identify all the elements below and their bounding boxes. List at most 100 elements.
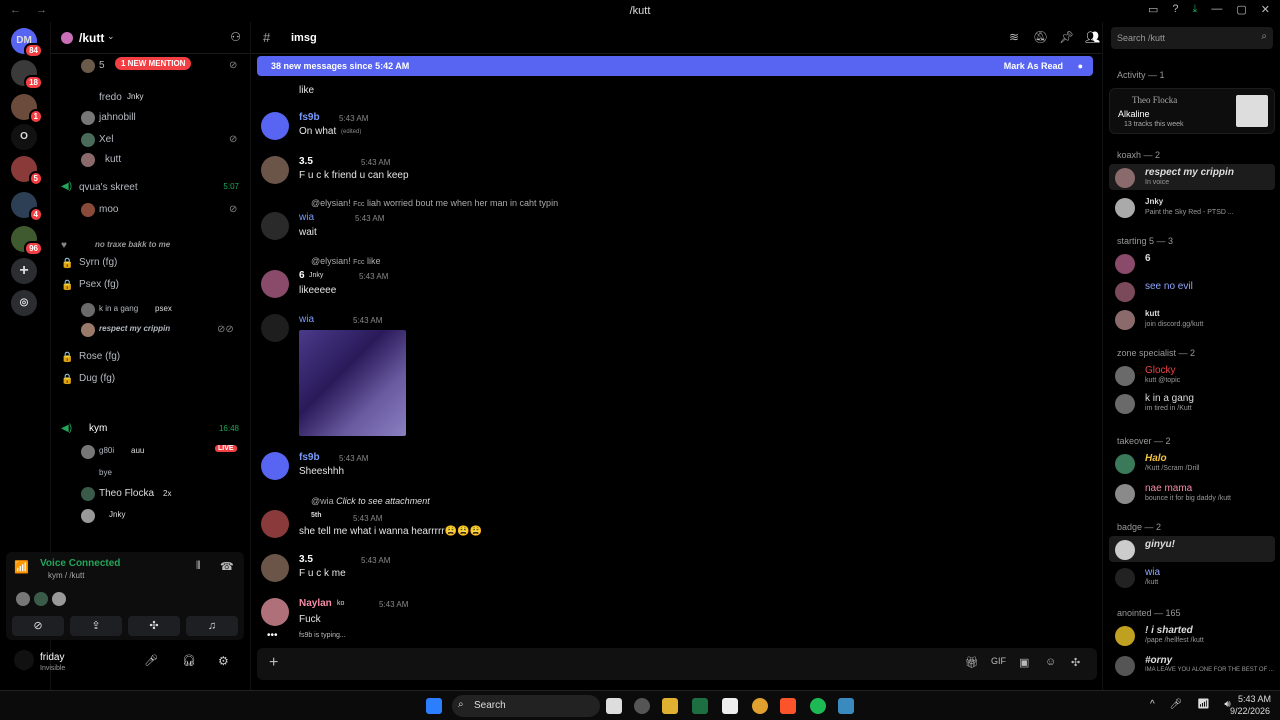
gift-icon[interactable]: 🎁︎ [965, 656, 979, 669]
noise-suppression-icon[interactable]: ⫴ [196, 560, 201, 573]
avatar[interactable] [261, 314, 289, 342]
minimize-button[interactable]: — [1211, 3, 1222, 16]
member-item[interactable]: Glocky kutt @topic [1109, 362, 1275, 388]
search-input[interactable]: Search /kutt [1117, 33, 1165, 43]
new-messages-banner[interactable]: 38 new messages since 5:42 AM Mark As Re… [257, 56, 1093, 76]
voice-user[interactable]: Jnky [51, 506, 251, 526]
notification-mute-icon[interactable]: 🔕︎ [1033, 30, 1048, 44]
member-item[interactable]: Jnky Paint the Sky Red - PTSD ... [1109, 194, 1275, 220]
screen-share-button[interactable]: ⇪ [70, 616, 122, 636]
avatar[interactable] [261, 554, 289, 582]
excel-icon[interactable] [692, 698, 708, 714]
message-input[interactable] [297, 654, 957, 672]
chrome-icon[interactable] [634, 698, 650, 714]
reply-preview[interactable]: @elysian! Fcc like [311, 256, 380, 266]
maximize-button[interactable]: ▢ [1236, 3, 1246, 16]
download-icon[interactable]: ⤓ [1193, 3, 1198, 16]
file-explorer-icon[interactable] [662, 698, 678, 714]
member-item[interactable]: Halo/Kutt /Scram /Drill [1109, 450, 1275, 476]
voice-user[interactable]: Xel ⊘ [51, 130, 251, 150]
member-item[interactable]: see no evil [1109, 278, 1275, 304]
channel-item[interactable]: 🔒 Syrn (fg) [51, 254, 251, 274]
image-attachment[interactable] [299, 330, 406, 436]
avatar[interactable] [261, 212, 289, 240]
discover-icon[interactable]: ◎ [11, 290, 37, 316]
emoji-icon[interactable]: ☺ [1045, 656, 1056, 668]
avatar[interactable] [261, 510, 289, 538]
microphone-icon[interactable]: 🎤︎ [144, 654, 158, 667]
sticker-icon[interactable]: ▣ [1019, 656, 1029, 669]
invite-people-icon[interactable]: ⚇ [230, 30, 241, 44]
pin-icon[interactable]: 📌︎ [1059, 30, 1074, 44]
server-icon[interactable]: 4 [11, 192, 43, 222]
avatar[interactable] [14, 650, 34, 670]
voice-user[interactable]: moo ⊘ [51, 200, 251, 220]
signal-icon[interactable]: 📶 [14, 560, 29, 574]
voice-channel[interactable]: ◀) kym 16:48 [51, 420, 251, 440]
apps-icon[interactable]: ✣ [1071, 656, 1080, 669]
clock-time[interactable]: 5:43 AM [1238, 694, 1271, 704]
member-item[interactable]: 6 [1109, 250, 1275, 276]
avatar[interactable] [261, 270, 289, 298]
app-icon[interactable] [752, 698, 768, 714]
spotify-icon[interactable] [810, 698, 826, 714]
notepad-icon[interactable] [722, 698, 738, 714]
brave-icon[interactable] [780, 698, 796, 714]
soundboard-button[interactable]: ♫ [186, 616, 238, 636]
add-attachment-icon[interactable]: + [269, 654, 278, 672]
windows-start-icon[interactable] [426, 698, 442, 714]
app-icon[interactable] [838, 698, 854, 714]
member-list-icon[interactable]: 👥︎ [1085, 30, 1100, 44]
channel-item[interactable]: 🔒 Dug (fg) [51, 370, 251, 390]
mark-as-read-button[interactable]: Mark As Read [1004, 56, 1063, 76]
threads-icon[interactable]: ≋ [1009, 30, 1019, 44]
voice-user[interactable]: jahnobill [51, 108, 251, 128]
server-header[interactable]: /kutt ⌄ ⚇ [51, 22, 251, 54]
voice-user[interactable]: bye [51, 464, 251, 484]
member-item[interactable]: k in a gang im tired in /Kutt [1109, 390, 1275, 416]
voice-user[interactable]: respect my crippin ⊘⊘ [51, 320, 251, 340]
dm-home-button[interactable]: DM 84 [11, 28, 43, 58]
member-item[interactable]: respect my crippin In voice [1109, 164, 1275, 190]
server-icon[interactable]: 96 [11, 226, 43, 256]
disconnect-icon[interactable]: ☎ [220, 560, 234, 573]
inbox-icon[interactable]: ▭ [1148, 3, 1158, 16]
new-mention-pill[interactable]: 1 NEW MENTION [115, 57, 192, 70]
activities-button[interactable]: ✣ [128, 616, 180, 636]
camera-off-button[interactable]: ⊘ [12, 616, 64, 636]
discord-avatar[interactable] [261, 452, 289, 480]
voice-user[interactable]: g80i auu LIVE [51, 442, 251, 462]
search-box[interactable]: Search /kutt ⌕ [1111, 27, 1273, 49]
settings-gear-icon[interactable]: ⚙ [218, 654, 229, 668]
voice-status[interactable]: Voice Connected [40, 558, 120, 569]
voice-user[interactable]: k in a gang psex [51, 300, 251, 320]
server-icon[interactable]: 18 [11, 60, 43, 90]
server-icon[interactable]: 5 [11, 156, 43, 186]
help-icon[interactable]: ? [1172, 3, 1178, 16]
taskbar-search[interactable]: ⌕ Search [452, 695, 600, 717]
voice-channel-name[interactable]: kym / /kutt [48, 571, 84, 580]
message-composer[interactable]: + 🎁︎ GIF ▣ ☺ ✣ [257, 648, 1097, 680]
gif-icon[interactable]: GIF [991, 656, 1006, 666]
voice-user[interactable]: Theo Flocka 2x [51, 484, 251, 504]
avatar[interactable] [261, 156, 289, 184]
voice-user[interactable]: 5 1 NEW MENTION ⊘ [51, 56, 251, 76]
member-item[interactable]: nae mama bounce it for big daddy /kutt [1109, 480, 1275, 506]
member-item[interactable]: ! i sharted/pape /hellfest /kutt [1109, 622, 1275, 648]
server-icon[interactable]: O [11, 124, 37, 150]
activity-card[interactable]: Theo Flocka Alkaline 13 tracks this week [1109, 88, 1275, 134]
member-item[interactable]: ginyu! [1109, 536, 1275, 562]
category-header[interactable]: ♥ no traxe bakk to me [51, 236, 251, 256]
task-view-icon[interactable] [606, 698, 622, 714]
member-item[interactable]: #orny IMA LEAVE YOU ALONE FOR THE BEST OF… [1109, 652, 1275, 678]
reply-preview[interactable]: @elysian! Fcc liah worried bout me when … [311, 198, 558, 208]
channel-item[interactable]: 🔒 Rose (fg) [51, 348, 251, 368]
avatar[interactable] [261, 598, 289, 626]
headphones-icon[interactable]: 🎧︎ [182, 654, 196, 667]
voice-user[interactable]: fredo Jnky [51, 88, 251, 108]
server-name[interactable]: /kutt [79, 31, 104, 45]
tray-icons[interactable]: ^ 🎤︎ 📶︎ 🔊︎ [1150, 699, 1237, 710]
reply-preview[interactable]: @wia Click to see attachment [311, 496, 430, 506]
channel-item[interactable]: 🔒 Psex (fg) [51, 276, 251, 296]
voice-channel[interactable]: ◀) qvua's skreet 5:07 [51, 178, 251, 198]
